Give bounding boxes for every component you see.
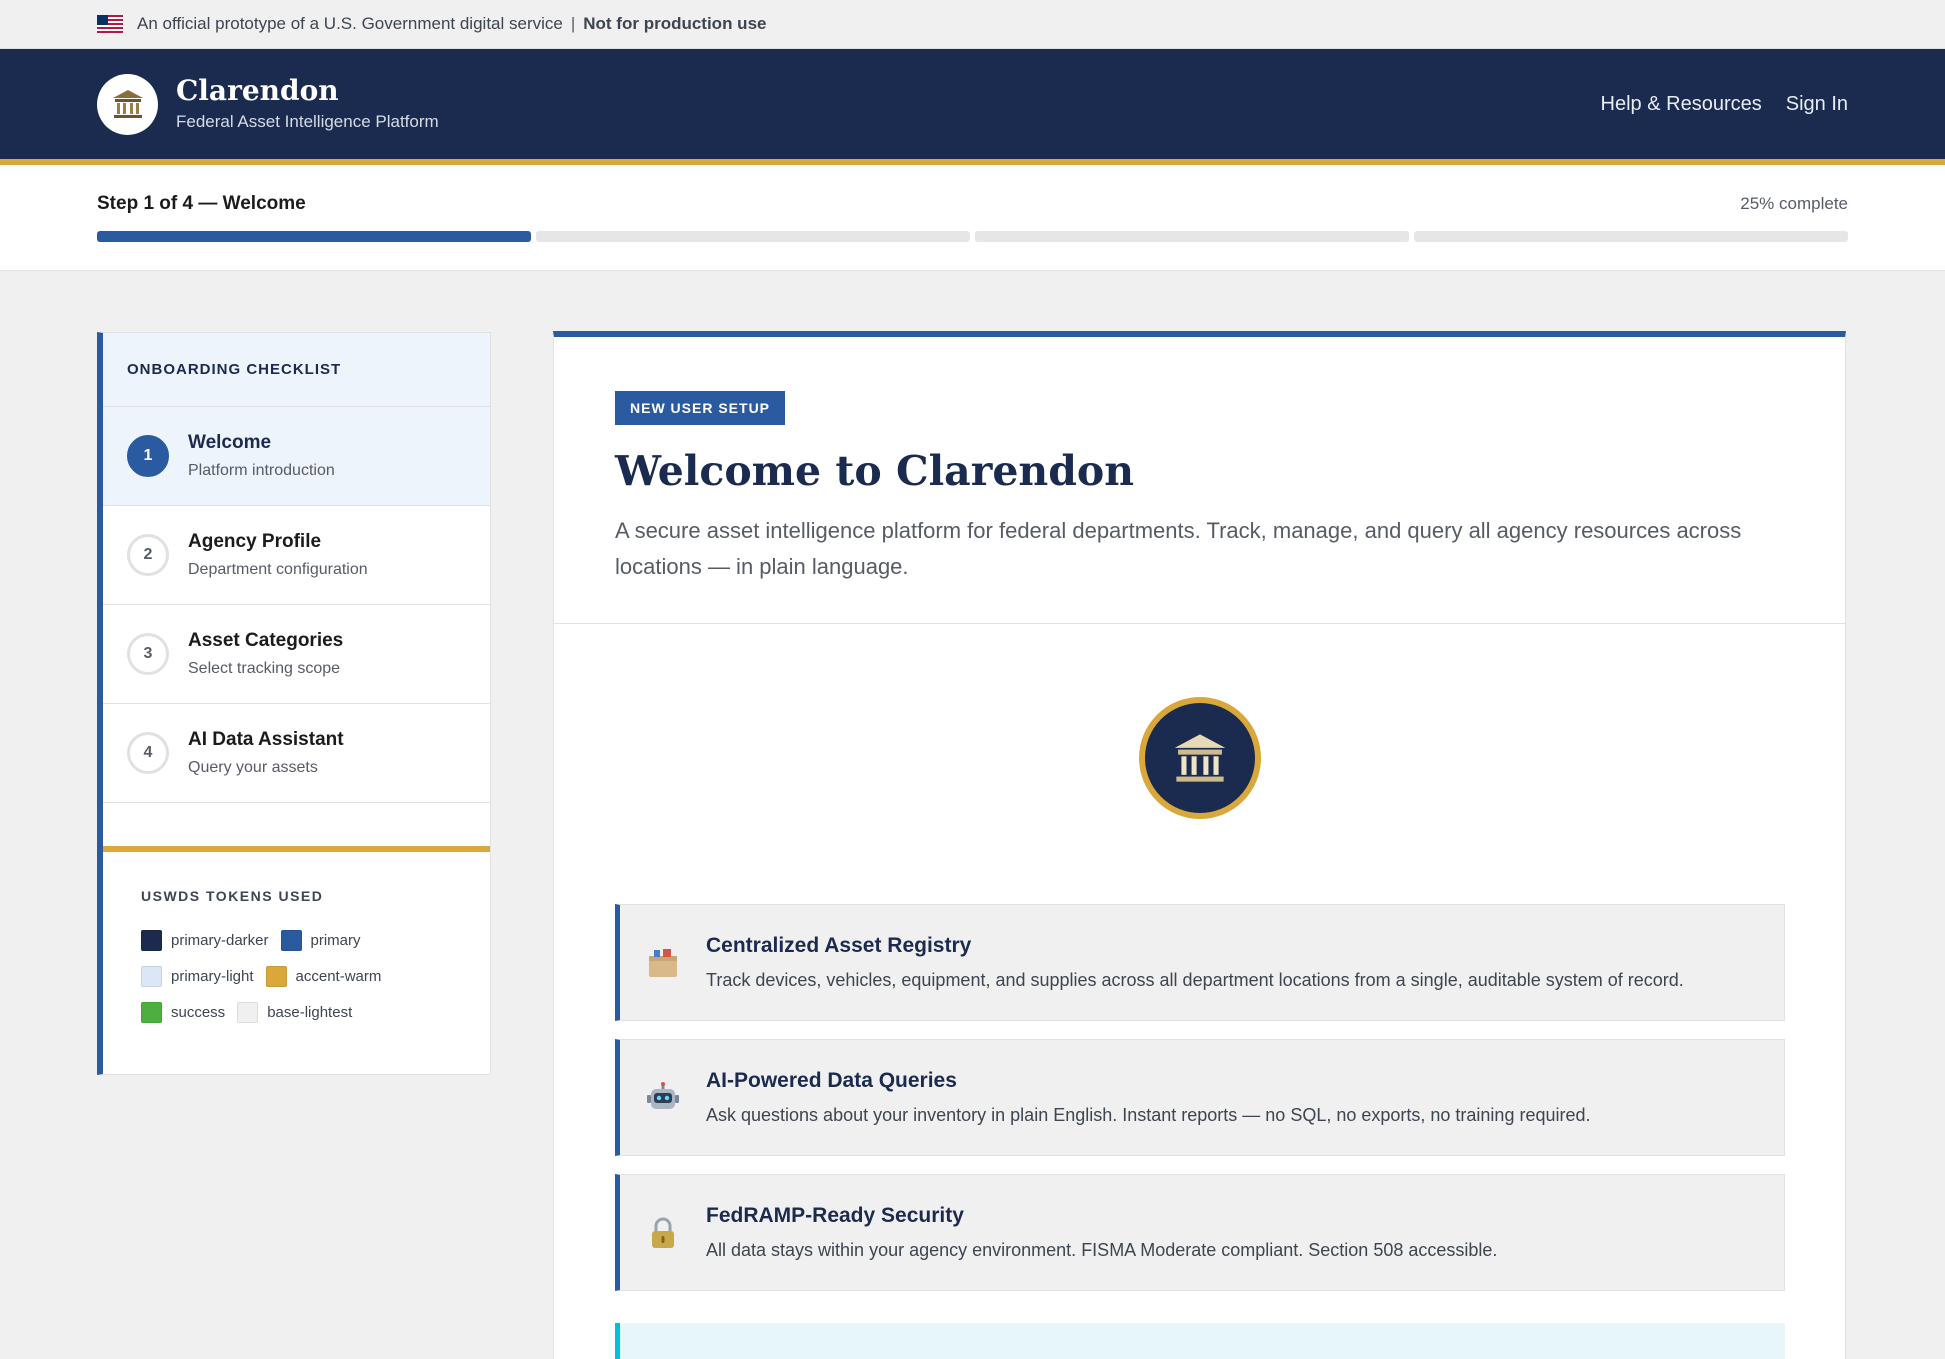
feature-title: Centralized Asset Registry [706,934,972,957]
step-number: 3 [127,633,169,675]
token-label: success [171,1004,226,1021]
box-icon [646,946,680,980]
feature-ai-queries: AI-Powered Data Queries Ask questions ab… [615,1039,1785,1156]
tokens-panel: USWDS TOKENS USED primary-darker primary… [103,852,490,1074]
color-swatch [141,1002,162,1023]
color-swatch [141,930,162,951]
step-number: 1 [127,435,169,477]
color-swatch [141,966,162,987]
page-title: Welcome to Clarendon [615,447,1135,495]
step-label: Step 1 of 4 — Welcome [97,193,306,214]
checklist-item-welcome[interactable]: 1 Welcome Platform introduction [103,407,490,506]
welcome-card: NEW USER SETUP Welcome to Clarendon A se… [553,331,1846,1359]
checklist-item-ai-assistant[interactable]: 4 AI Data Assistant Query your assets [103,704,490,803]
brand[interactable]: Clarendon Federal Asset Intelligence Pla… [176,73,439,133]
lock-icon [646,1216,680,1250]
banner-text: An official prototype of a U.S. Governme… [137,14,563,33]
progress-strip: Step 1 of 4 — Welcome 25% complete [0,165,1945,271]
checklist-item-subtitle: Query your assets [188,759,318,776]
info-callout [615,1323,1785,1359]
tokens-heading: USWDS TOKENS USED [141,888,324,904]
building-seal-icon[interactable] [97,73,158,135]
onboarding-sidebar: ONBOARDING CHECKLIST 1 Welcome Platform … [97,332,491,1075]
checklist-item-title: Agency Profile [188,531,322,552]
site-subtitle: Federal Asset Intelligence Platform [176,112,439,132]
token-label: primary-light [171,968,254,985]
token-primary-darker: primary-darker [141,930,269,951]
site-header: Clarendon Federal Asset Intelligence Pla… [0,49,1945,165]
new-user-setup-tag: NEW USER SETUP [615,391,786,425]
page-description: A secure asset intelligence platform for… [615,518,1742,579]
gov-banner: An official prototype of a U.S. Governme… [0,0,1945,49]
feature-asset-registry: Centralized Asset Registry Track devices… [615,904,1785,1021]
help-resources-link[interactable]: Help & Resources [1601,93,1762,116]
step-number: 4 [127,732,169,774]
token-primary-light: primary-light [141,966,254,987]
checklist-item-asset-categories[interactable]: 3 Asset Categories Select tracking scope [103,605,490,704]
emblem-area [554,624,1845,904]
token-base-lightest: base-lightest [237,1002,352,1023]
progress-segment-3 [975,231,1409,242]
checklist-item-subtitle: Platform introduction [188,462,335,479]
token-label: primary [310,932,361,949]
color-swatch [265,966,287,987]
token-label: base-lightest [267,1004,353,1021]
progress-segment-2 [536,231,970,242]
feature-list: Centralized Asset Registry Track devices… [554,904,1845,1291]
checklist-item-title: Welcome [188,432,272,453]
checklist-item-subtitle: Select tracking scope [188,660,341,677]
progress-segment-1 [97,231,531,242]
token-label: accent-warm [295,968,382,985]
feature-title: AI-Powered Data Queries [706,1069,957,1092]
token-accent-warm: accent-warm [265,966,382,987]
color-swatch [237,1002,259,1023]
token-success: success [141,1002,225,1023]
token-primary: primary [280,930,361,951]
checklist-heading: ONBOARDING CHECKLIST [103,333,490,407]
building-emblem-icon [1138,697,1261,819]
step-number: 2 [127,534,169,576]
banner-separator: | [570,14,576,33]
intro-section: NEW USER SETUP Welcome to Clarendon A se… [554,337,1845,624]
feature-security: FedRAMP-Ready Security All data stays wi… [615,1174,1785,1291]
feature-description: Track devices, vehicles, equipment, and … [706,970,1684,990]
feature-description: Ask questions about your inventory in pl… [706,1105,1591,1125]
sign-in-link[interactable]: Sign In [1786,93,1848,116]
token-label: primary-darker [171,932,269,949]
progress-segment-4 [1414,231,1848,242]
checklist-item-title: AI Data Assistant [188,729,344,750]
feature-description: All data stays within your agency enviro… [706,1240,1498,1260]
feature-title: FedRAMP-Ready Security [706,1204,964,1227]
header-nav: Help & Resources Sign In [1601,93,1848,116]
sidebar-divider [103,803,490,852]
progress-bar [97,231,1848,242]
site-title: Clarendon [176,73,339,107]
checklist-item-agency-profile[interactable]: 2 Agency Profile Department configuratio… [103,506,490,605]
us-flag-icon [97,15,123,33]
checklist-item-subtitle: Department configuration [188,561,368,578]
robot-icon [646,1081,680,1115]
color-swatch [280,930,302,951]
percent-complete: 25% complete [1740,194,1848,213]
checklist-item-title: Asset Categories [188,630,344,651]
banner-emphasis: Not for production use [583,14,767,33]
